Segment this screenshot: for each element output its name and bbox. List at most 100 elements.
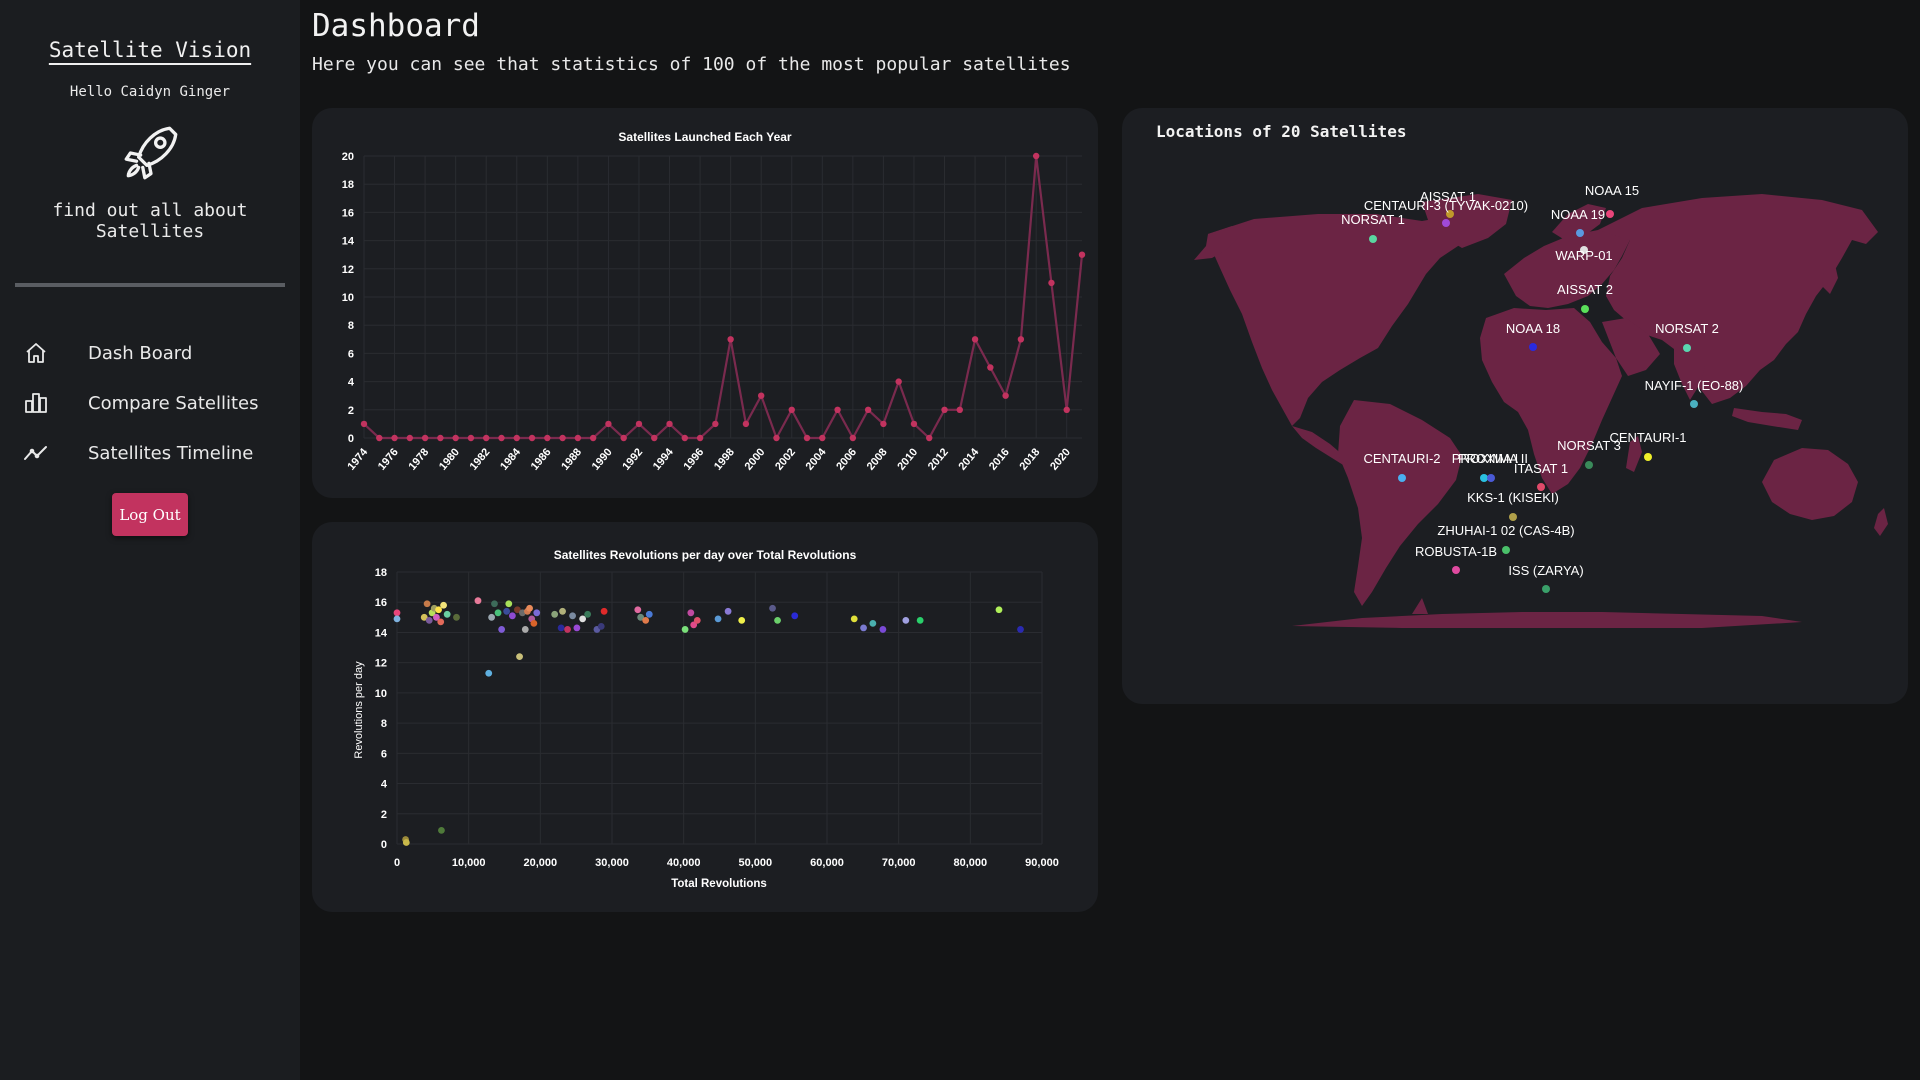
x-tick-label: 70,000 [882, 857, 916, 869]
data-point [696, 434, 704, 442]
y-tick-label: 4 [381, 779, 388, 791]
data-point [503, 607, 511, 615]
data-point [435, 606, 442, 614]
nav-label: Dash Board [88, 342, 193, 364]
data-point [564, 626, 571, 633]
data-point [360, 420, 368, 428]
data-point [681, 434, 689, 442]
satellite-label: WARP-01 [1555, 248, 1612, 263]
x-tick-label: 30,000 [595, 857, 629, 869]
data-point [406, 434, 414, 442]
data-point [916, 616, 924, 624]
data-point [1017, 336, 1025, 343]
data-point [557, 624, 565, 632]
x-tick-label: 2008 [865, 446, 890, 472]
sidebar: Satellite Vision Hello Caidyn Ginger fin… [0, 0, 300, 1080]
world-map[interactable]: NOAA 15AISSAT 1CENTAURI-3 (TYVAK-0210)NO… [1122, 108, 1908, 704]
satellite-label: NORSAT 3 [1557, 438, 1621, 453]
satellite-label: NOAA 18 [1506, 321, 1560, 336]
data-point [738, 616, 746, 624]
data-point [849, 434, 857, 442]
data-point [391, 434, 398, 442]
y-tick-label: 8 [348, 320, 354, 332]
x-tick-label: 1998 [712, 446, 737, 472]
data-point [551, 610, 559, 618]
data-point [521, 626, 529, 633]
satellite-marker[interactable] [1542, 585, 1550, 593]
satellite-marker[interactable] [1480, 474, 1488, 482]
brand-title[interactable]: Satellite Vision [0, 38, 300, 62]
data-point [941, 406, 948, 413]
satellite-marker[interactable] [1487, 474, 1495, 482]
data-point [376, 434, 383, 442]
data-point [569, 612, 576, 620]
y-tick-label: 2 [348, 405, 354, 417]
sidebar-divider [15, 283, 285, 287]
data-point [864, 406, 872, 413]
data-point [494, 609, 502, 617]
data-point [423, 600, 431, 608]
data-point [443, 610, 451, 618]
satellite-marker[interactable] [1606, 210, 1614, 218]
satellite-label: NOAA 19 [1551, 207, 1605, 222]
x-tick-label: 1974 [345, 446, 370, 473]
satellite-marker[interactable] [1398, 474, 1406, 482]
data-point [474, 597, 482, 605]
data-point [425, 616, 433, 624]
nav-item-timeline[interactable]: Satellites Timeline [22, 433, 292, 473]
nav-item-compare[interactable]: Compare Satellites [22, 383, 292, 423]
nav-item-dashboard[interactable]: Dash Board [22, 333, 292, 373]
satellite-marker[interactable] [1369, 235, 1377, 243]
satellite-label: NORSAT 2 [1655, 321, 1719, 336]
nav-label: Satellites Timeline [88, 442, 254, 464]
x-tick-label: 2020 [1048, 446, 1073, 472]
data-point [516, 653, 523, 661]
data-point [987, 364, 994, 371]
data-point [635, 420, 643, 428]
satellite-marker[interactable] [1529, 343, 1537, 351]
data-point [597, 623, 605, 630]
data-point [437, 434, 444, 442]
x-tick-label: 2006 [834, 446, 859, 472]
data-point [712, 420, 719, 428]
data-point [491, 600, 498, 608]
satellite-marker[interactable] [1576, 229, 1584, 237]
data-point [1017, 626, 1024, 633]
data-point [803, 434, 811, 442]
satellite-label: ROBUSTA-1B [1415, 544, 1497, 559]
x-tick-label: 2012 [926, 446, 951, 472]
data-point [791, 612, 799, 620]
x-tick-label: 1990 [590, 446, 615, 472]
y-tick-label: 16 [375, 597, 387, 609]
satellite-marker[interactable] [1581, 305, 1589, 313]
data-point [769, 604, 776, 612]
data-point [1032, 152, 1040, 160]
launches-chart-card: Satellites Launched Each Year 0 2 4 6 8 10 12 1… [312, 108, 1098, 498]
x-tick-label: 20,000 [524, 857, 558, 869]
data-point [513, 434, 520, 442]
data-point [488, 613, 495, 621]
data-point [544, 434, 551, 442]
data-point [526, 604, 533, 612]
satellite-marker[interactable] [1509, 513, 1517, 521]
satellite-marker[interactable] [1585, 461, 1593, 469]
land-north-america [1208, 214, 1478, 426]
satellite-label: CENTAURI-3 (TYVAK-0210) [1364, 198, 1528, 213]
data-point [579, 615, 587, 623]
satellite-marker[interactable] [1690, 400, 1698, 408]
data-point [860, 624, 867, 632]
satellite-marker[interactable] [1502, 546, 1510, 554]
data-point [393, 615, 401, 623]
data-point [600, 607, 608, 615]
satellite-marker[interactable] [1452, 566, 1460, 574]
satellite-marker[interactable] [1644, 453, 1652, 461]
revolutions-scatter-chart: Satellites Revolutions per day over Tota… [353, 548, 1059, 890]
logout-button[interactable]: Log Out [112, 493, 188, 536]
data-point [573, 624, 581, 632]
satellite-marker[interactable] [1683, 344, 1691, 352]
data-point [850, 615, 858, 623]
satellite-marker[interactable] [1442, 219, 1450, 227]
land-australia [1762, 448, 1858, 520]
land-antarctica [1292, 612, 1802, 628]
y-tick-label: 10 [375, 688, 387, 700]
